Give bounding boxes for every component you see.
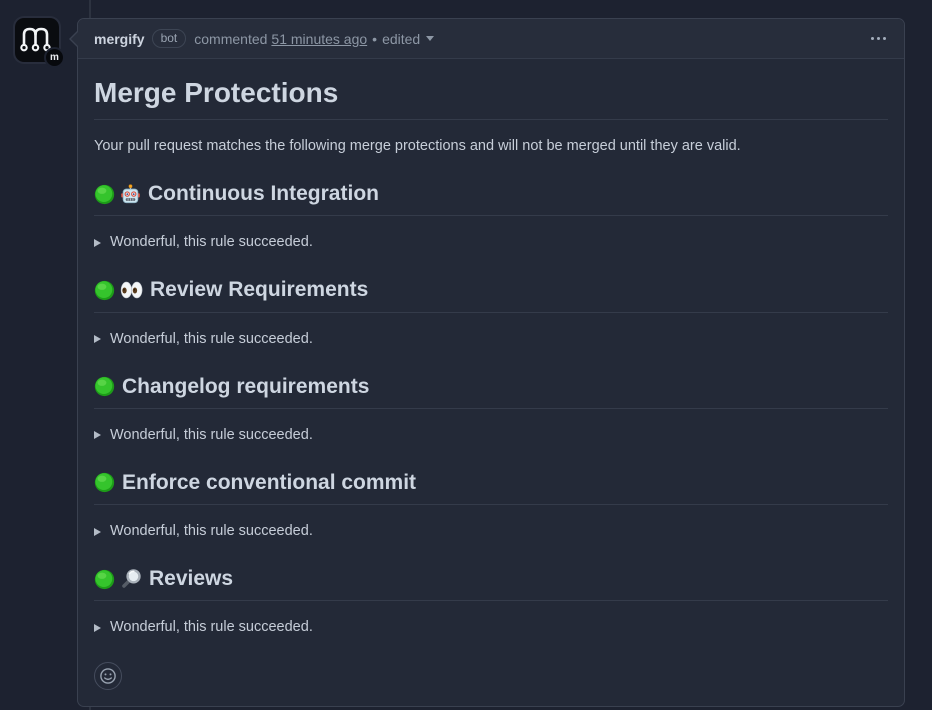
rule-title: Changelog requirements — [122, 374, 369, 400]
rule-summary[interactable]: Wonderful, this rule succeeded. — [94, 425, 888, 446]
bot-badge: bot — [152, 29, 187, 48]
rule-summary[interactable]: Wonderful, this rule succeeded. — [94, 329, 888, 350]
rule-section: Continuous Integration Wonderful, this r… — [94, 181, 888, 253]
green-circle-emoji — [94, 472, 115, 493]
rule-section: Review Requirements Wonderful, this rule… — [94, 277, 888, 349]
rule-heading: Continuous Integration — [94, 181, 888, 216]
rule-title: Continuous Integration — [148, 181, 379, 207]
eyes-emoji — [120, 281, 143, 299]
edited-label[interactable]: edited — [382, 31, 420, 47]
rule-summary-text: Wonderful, this rule succeeded. — [110, 521, 313, 542]
rule-heading: Enforce conventional commit — [94, 470, 888, 505]
rule-summary-text: Wonderful, this rule succeeded. — [110, 329, 313, 350]
disclosure-triangle-icon — [94, 335, 101, 343]
intro-text: Your pull request matches the following … — [94, 136, 888, 157]
rule-title: Enforce conventional commit — [122, 470, 416, 496]
disclosure-triangle-icon — [94, 528, 101, 536]
rule-summary[interactable]: Wonderful, this rule succeeded. — [94, 617, 888, 638]
comment-action-label: commented — [194, 31, 267, 47]
rule-heading: Reviews — [94, 566, 888, 601]
comment-body: Merge Protections Your pull request matc… — [78, 59, 904, 706]
rule-summary[interactable]: Wonderful, this rule succeeded. — [94, 521, 888, 542]
kebab-menu-icon[interactable] — [869, 33, 888, 44]
rule-summary[interactable]: Wonderful, this rule succeeded. — [94, 232, 888, 253]
green-circle-emoji — [94, 376, 115, 397]
add-reaction-button[interactable] — [94, 662, 122, 690]
timestamp-link[interactable]: 51 minutes ago — [271, 31, 367, 47]
disclosure-triangle-icon — [94, 431, 101, 439]
comment-header: mergify bot commented 51 minutes ago • e… — [78, 19, 904, 59]
disclosure-triangle-icon — [94, 624, 101, 632]
rule-summary-text: Wonderful, this rule succeeded. — [110, 617, 313, 638]
green-circle-emoji — [94, 569, 115, 590]
rule-heading: Review Requirements — [94, 277, 888, 312]
smiley-icon — [99, 667, 117, 685]
comment-card: mergify bot commented 51 minutes ago • e… — [77, 18, 905, 707]
page-title: Merge Protections — [94, 75, 888, 120]
rule-sections: Continuous Integration Wonderful, this r… — [94, 181, 888, 638]
rule-section: Enforce conventional commit Wonderful, t… — [94, 470, 888, 542]
rule-details: Wonderful, this rule succeeded. — [94, 521, 888, 542]
rule-details: Wonderful, this rule succeeded. — [94, 329, 888, 350]
dot-separator: • — [372, 31, 377, 47]
rule-details: Wonderful, this rule succeeded. — [94, 617, 888, 638]
rule-section: Reviews Wonderful, this rule succeeded. — [94, 566, 888, 638]
rule-heading: Changelog requirements — [94, 374, 888, 409]
robot-emoji — [120, 184, 141, 205]
chevron-down-icon[interactable] — [426, 36, 434, 45]
rule-details: Wonderful, this rule succeeded. — [94, 425, 888, 446]
rule-title: Review Requirements — [150, 277, 368, 303]
green-circle-emoji — [94, 280, 115, 301]
green-circle-emoji — [94, 184, 115, 205]
disclosure-triangle-icon — [94, 239, 101, 247]
bot-identity-badge: m — [44, 47, 65, 68]
comment-author[interactable]: mergify — [94, 31, 145, 47]
reactions-row — [94, 662, 888, 690]
rule-section: Changelog requirements Wonderful, this r… — [94, 374, 888, 446]
magnifier-emoji — [120, 568, 142, 590]
rule-summary-text: Wonderful, this rule succeeded. — [110, 425, 313, 446]
rule-title: Reviews — [149, 566, 233, 592]
rule-summary-text: Wonderful, this rule succeeded. — [110, 232, 313, 253]
avatar[interactable]: m — [15, 18, 59, 62]
rule-details: Wonderful, this rule succeeded. — [94, 232, 888, 253]
